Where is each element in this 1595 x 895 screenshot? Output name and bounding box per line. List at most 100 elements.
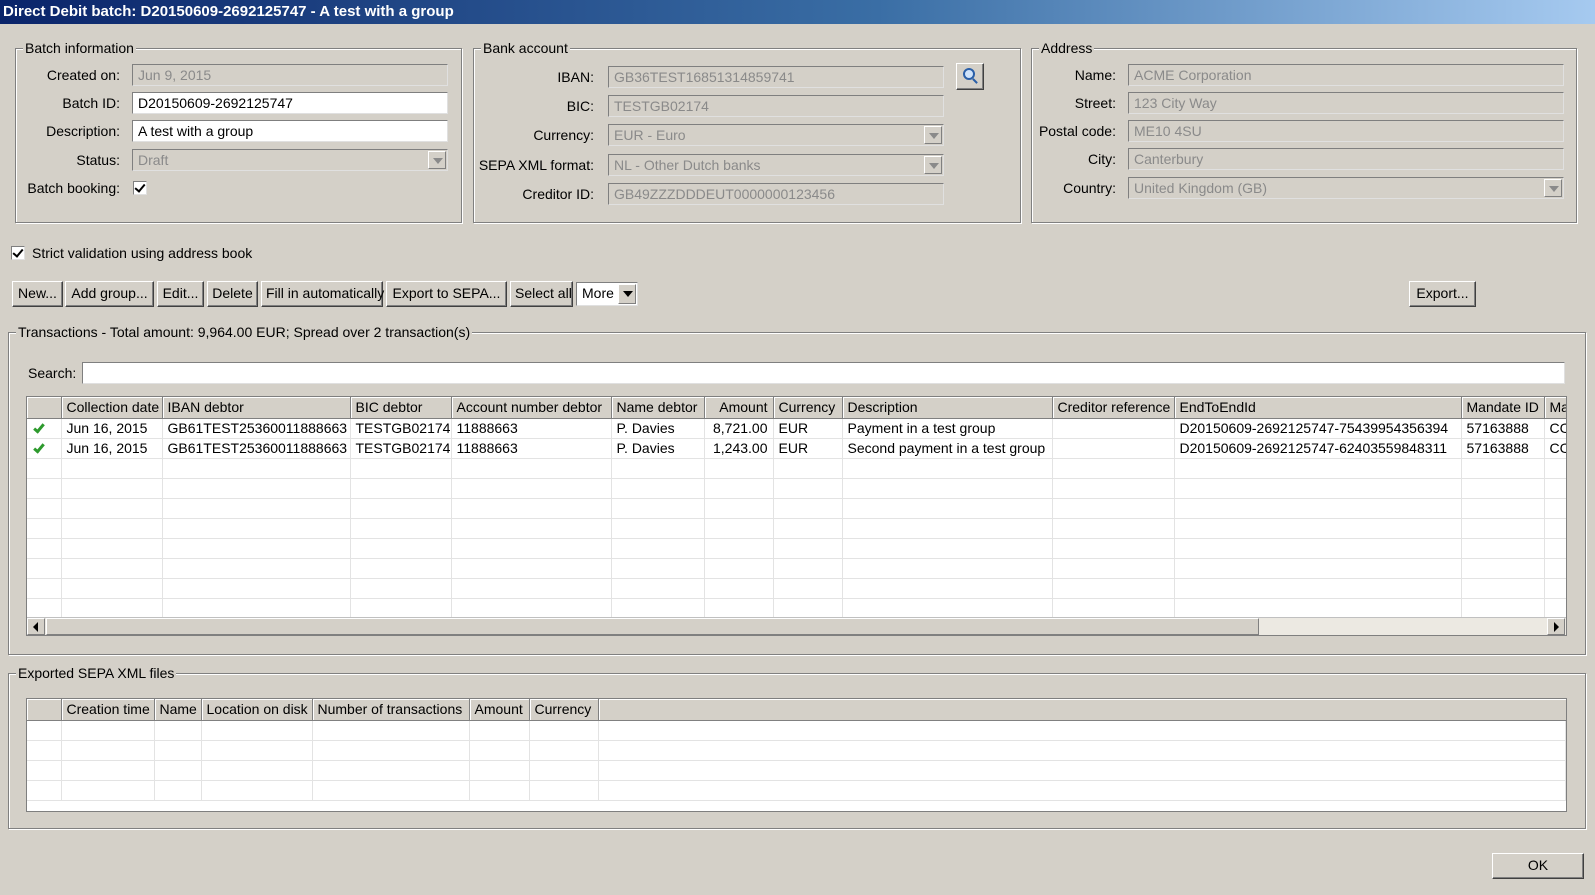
empty-row xyxy=(27,780,1566,801)
edit-button[interactable]: Edit... xyxy=(157,281,204,307)
creditor-id-label: Creditor ID: xyxy=(522,186,594,202)
bank-account-legend: Bank account xyxy=(481,40,570,56)
empty-row xyxy=(27,740,1566,761)
status-column-header[interactable] xyxy=(27,397,62,419)
chevron-down-icon xyxy=(1544,179,1562,197)
column-header[interactable]: BIC debtor xyxy=(350,397,452,419)
city-field: Canterbury xyxy=(1128,148,1564,170)
select-all-button[interactable]: Select all xyxy=(510,281,573,307)
chevron-down-icon xyxy=(428,151,446,169)
column-header[interactable]: Ma xyxy=(1544,397,1566,419)
table-cell: D20150609-2692125747-75439954356394 xyxy=(1174,418,1462,439)
table-cell: 8,721.00 xyxy=(704,418,774,439)
scroll-left-icon[interactable] xyxy=(27,618,45,635)
empty-row xyxy=(27,518,1566,539)
column-header[interactable]: Creation time xyxy=(61,699,155,721)
iban-field: GB36TEST16851314859741 xyxy=(608,66,944,88)
status-select: Draft xyxy=(132,149,448,171)
column-header[interactable]: Amount xyxy=(469,699,530,721)
column-header[interactable]: Currency xyxy=(529,699,599,721)
transactions-table: Collection date IBAN debtor BIC debtor A… xyxy=(26,396,1567,636)
strict-validation-checkbox[interactable] xyxy=(11,246,25,260)
search-input[interactable] xyxy=(82,362,1565,384)
sepa-format-label: SEPA XML format: xyxy=(478,157,594,173)
status-column-header[interactable] xyxy=(27,699,62,721)
table-cell: Jun 16, 2015 xyxy=(61,418,163,439)
transactions-grid: Collection date IBAN debtor BIC debtor A… xyxy=(27,397,1566,619)
iban-lookup-button[interactable] xyxy=(956,63,984,90)
table-cell: 57163888 xyxy=(1461,418,1545,439)
table-cell: Jun 16, 2015 xyxy=(61,438,163,459)
table-cell: GB61TEST25360011888663 xyxy=(162,418,351,439)
table-cell xyxy=(1052,438,1175,459)
batch-info-legend: Batch information xyxy=(23,40,136,56)
postal-code-field: ME10 4SU xyxy=(1128,120,1564,142)
bic-label: BIC: xyxy=(566,98,594,114)
column-header[interactable]: Number of transactions xyxy=(312,699,470,721)
empty-row xyxy=(27,458,1566,479)
country-select: United Kingdom (GB) xyxy=(1128,177,1564,199)
description-label: Description: xyxy=(46,123,120,139)
description-field[interactable]: A test with a group xyxy=(132,120,448,142)
table-cell: 57163888 xyxy=(1461,438,1545,459)
search-icon xyxy=(963,68,975,80)
status-value: Draft xyxy=(138,152,169,168)
column-header[interactable]: Location on disk xyxy=(201,699,313,721)
batch-booking-label: Batch booking: xyxy=(27,180,120,196)
exported-header-row: Creation time Name Location on disk Numb… xyxy=(27,699,1566,721)
scrollbar-thumb[interactable] xyxy=(46,618,1259,635)
table-cell: GB61TEST25360011888663 xyxy=(162,438,351,459)
table-row[interactable]: Jun 16, 2015 GB61TEST25360011888663 TEST… xyxy=(27,418,1566,439)
batch-id-label: Batch ID: xyxy=(62,95,120,111)
column-header[interactable]: EndToEndId xyxy=(1174,397,1462,419)
new-button[interactable]: New... xyxy=(12,281,63,307)
column-header[interactable]: Name xyxy=(154,699,202,721)
column-header[interactable]: Collection date xyxy=(61,397,163,419)
column-header[interactable]: Mandate ID xyxy=(1461,397,1545,419)
name-label: Name: xyxy=(1074,67,1116,83)
street-field: 123 City Way xyxy=(1128,92,1564,114)
column-header[interactable]: Name debtor xyxy=(611,397,705,419)
column-header[interactable]: Description xyxy=(842,397,1053,419)
bic-field: TESTGB02174 xyxy=(608,95,944,117)
table-cell xyxy=(1052,418,1175,439)
horizontal-scrollbar[interactable] xyxy=(27,617,1566,635)
column-header[interactable]: Currency xyxy=(773,397,843,419)
chevron-down-icon xyxy=(618,284,636,304)
table-cell: EUR xyxy=(773,438,843,459)
transactions-legend: Transactions - Total amount: 9,964.00 EU… xyxy=(16,324,473,340)
empty-row xyxy=(27,558,1566,579)
empty-row xyxy=(27,720,1566,741)
column-header[interactable]: Amount xyxy=(704,397,774,419)
export-to-sepa-button[interactable]: Export to SEPA... xyxy=(386,281,507,307)
batch-booking-checkbox[interactable] xyxy=(133,181,147,195)
table-row[interactable]: Jun 16, 2015 GB61TEST25360011888663 TEST… xyxy=(27,438,1566,459)
add-group-button[interactable]: Add group... xyxy=(65,281,154,307)
scroll-right-icon[interactable] xyxy=(1547,618,1565,635)
ok-button[interactable]: OK xyxy=(1492,853,1584,879)
name-field: ACME Corporation xyxy=(1128,64,1564,86)
empty-row xyxy=(27,578,1566,599)
export-button[interactable]: Export... xyxy=(1409,281,1476,307)
table-cell: TESTGB02174 xyxy=(350,438,452,459)
fill-automatically-button[interactable]: Fill in automatically xyxy=(261,281,384,307)
column-header[interactable]: Creditor reference xyxy=(1052,397,1175,419)
currency-value: EUR - Euro xyxy=(614,127,686,143)
address-legend: Address xyxy=(1039,40,1095,56)
table-cell: CC xyxy=(1544,438,1566,459)
currency-select: EUR - Euro xyxy=(608,124,944,146)
table-cell: TESTGB02174 xyxy=(350,418,452,439)
table-cell: D20150609-2692125747-62403559848311 xyxy=(1174,438,1462,459)
check-icon xyxy=(33,441,45,454)
exported-files-legend: Exported SEPA XML files xyxy=(16,665,177,681)
column-header[interactable]: IBAN debtor xyxy=(162,397,351,419)
table-cell: CC xyxy=(1544,418,1566,439)
more-select[interactable]: More xyxy=(576,282,638,306)
column-header[interactable]: Account number debtor xyxy=(451,397,612,419)
currency-label: Currency: xyxy=(533,127,594,143)
table-cell: 11888663 xyxy=(451,438,612,459)
more-value: More xyxy=(582,285,614,301)
delete-button[interactable]: Delete xyxy=(207,281,258,307)
batch-id-field[interactable]: D20150609-2692125747 xyxy=(132,92,448,114)
country-value: United Kingdom (GB) xyxy=(1134,180,1268,196)
